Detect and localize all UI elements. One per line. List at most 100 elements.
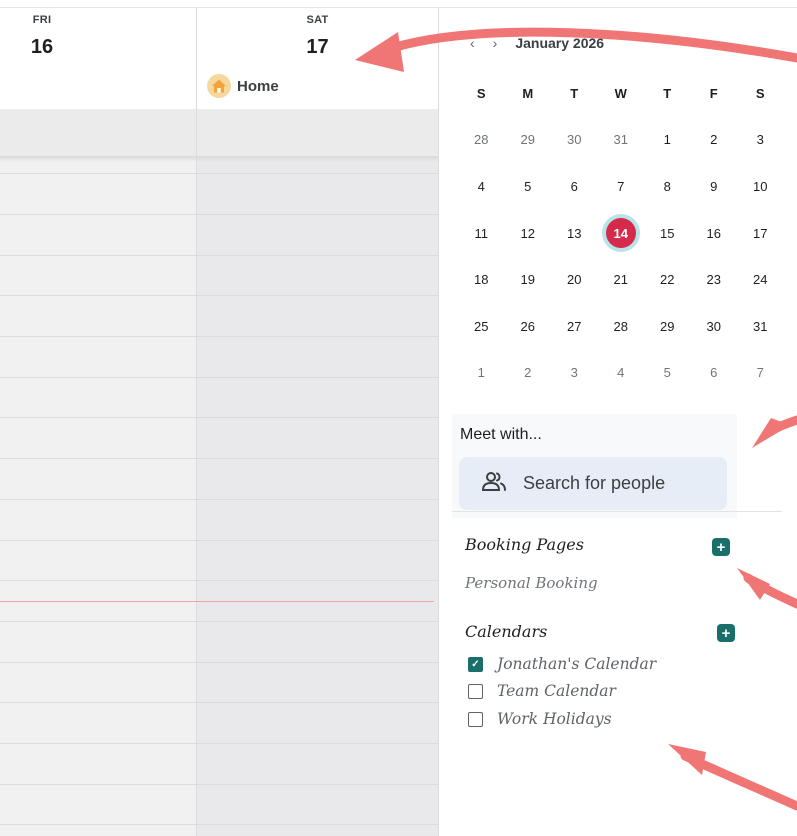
mini-calendar-day[interactable]: 1 bbox=[644, 117, 691, 164]
mini-calendar-day[interactable]: 24 bbox=[737, 256, 784, 303]
mini-calendar-day[interactable]: 16 bbox=[691, 210, 738, 257]
week-grid: FRI 16 SAT 17 Home bbox=[0, 0, 440, 836]
search-people-input[interactable]: Search for people bbox=[459, 457, 727, 510]
day-column-sat[interactable] bbox=[197, 109, 438, 836]
mini-calendar-day[interactable]: 13 bbox=[551, 210, 598, 257]
add-calendar-button[interactable]: + bbox=[717, 624, 735, 642]
checkbox-checked[interactable]: ✓ bbox=[468, 656, 483, 672]
hour-gridline bbox=[0, 743, 438, 744]
weekday-header: T bbox=[570, 85, 579, 101]
hour-gridline bbox=[0, 255, 438, 256]
calendars-title: Calendars bbox=[465, 622, 548, 641]
hour-gridline bbox=[0, 295, 438, 296]
hour-gridline bbox=[0, 173, 438, 174]
mini-calendar-day[interactable]: 18 bbox=[458, 256, 505, 303]
mini-calendar-day[interactable]: 7 bbox=[737, 350, 784, 397]
hour-gridline bbox=[0, 417, 438, 418]
mini-calendar-day[interactable]: 23 bbox=[691, 256, 738, 303]
plus-icon: + bbox=[721, 624, 731, 642]
mini-calendar-day[interactable]: 11 bbox=[458, 210, 505, 257]
chevron-right-icon[interactable]: › bbox=[493, 35, 498, 51]
mini-calendar-day[interactable]: 31 bbox=[737, 303, 784, 350]
mini-calendar-day[interactable]: 12 bbox=[505, 210, 552, 257]
hour-gridline bbox=[0, 702, 438, 703]
day-number[interactable]: 17 bbox=[197, 36, 438, 59]
day-column-fri[interactable] bbox=[0, 109, 196, 836]
hour-gridline bbox=[0, 458, 438, 459]
mini-calendar-day[interactable]: 22 bbox=[644, 256, 691, 303]
search-placeholder: Search for people bbox=[523, 473, 666, 493]
checkbox[interactable] bbox=[468, 711, 483, 727]
mini-calendar-day[interactable]: 27 bbox=[551, 303, 598, 350]
calendar-name: Jonathan's Calendar bbox=[497, 655, 657, 673]
mini-calendar-day[interactable]: 29 bbox=[505, 117, 552, 164]
mini-calendar-day[interactable]: 3 bbox=[737, 117, 784, 164]
mini-calendar-day[interactable]: 29 bbox=[644, 303, 691, 350]
mini-calendar-day[interactable]: 3 bbox=[551, 350, 598, 397]
mini-calendar-day[interactable]: 20 bbox=[551, 256, 598, 303]
meet-with-section: Meet with... Search for people bbox=[452, 414, 737, 518]
mini-calendar-day[interactable]: 2 bbox=[691, 117, 738, 164]
plus-icon: + bbox=[716, 538, 726, 556]
mini-calendar-day[interactable]: 5 bbox=[644, 350, 691, 397]
calendar-name: Work Holidays bbox=[497, 710, 612, 728]
chevron-left-icon[interactable]: ‹ bbox=[470, 35, 475, 51]
hour-gridline bbox=[0, 336, 438, 337]
today-highlight: 14 bbox=[601, 214, 640, 253]
mini-calendar-day[interactable]: 4 bbox=[598, 350, 645, 397]
current-time-line bbox=[0, 601, 434, 602]
mini-calendar-day[interactable]: 7 bbox=[598, 163, 645, 210]
booking-page-item[interactable]: Personal Booking bbox=[465, 574, 598, 592]
mini-calendar-day[interactable]: 5 bbox=[505, 163, 552, 210]
weekday-header: S bbox=[476, 85, 486, 101]
day-header-sat[interactable]: SAT 17 Home bbox=[197, 8, 438, 109]
mini-calendar-day[interactable]: 2 bbox=[505, 350, 552, 397]
mini-calendar-day[interactable]: 15 bbox=[644, 210, 691, 257]
weekday-header: W bbox=[614, 85, 627, 101]
mini-calendar-day[interactable]: 28 bbox=[598, 303, 645, 350]
mini-calendar-day[interactable]: 19 bbox=[505, 256, 552, 303]
mini-calendar-day[interactable]: 10 bbox=[737, 163, 784, 210]
day-of-week: SAT bbox=[306, 14, 329, 26]
calendar-item-team-calendar[interactable]: Team Calendar bbox=[468, 682, 616, 700]
mini-calendar-day[interactable]: 8 bbox=[644, 163, 691, 210]
mini-calendar-day[interactable]: 30 bbox=[691, 303, 738, 350]
checkbox[interactable] bbox=[468, 683, 483, 699]
all-day-event-home[interactable]: Home bbox=[207, 74, 279, 98]
add-booking-page-button[interactable]: + bbox=[712, 538, 730, 556]
day-header-fri[interactable]: FRI 16 bbox=[0, 8, 196, 109]
mini-calendar-day[interactable]: 1 bbox=[458, 350, 505, 397]
weekday-header: F bbox=[709, 85, 718, 101]
hour-gridline bbox=[0, 784, 438, 785]
mini-calendar-day[interactable]: 17 bbox=[737, 210, 784, 257]
house-icon bbox=[207, 74, 231, 98]
mini-calendar-grid: S M T W T F S 28 29 30 31 1 2 3 4 5 6 7 8 9 10 11 12 13 14 15 16 17… bbox=[458, 70, 784, 396]
mini-calendar-day[interactable]: 6 bbox=[551, 163, 598, 210]
mini-calendar-day[interactable]: 28 bbox=[458, 117, 505, 164]
mini-calendar-title: January 2026 bbox=[515, 35, 605, 51]
booking-pages-title: Booking Pages bbox=[465, 535, 584, 554]
people-icon bbox=[481, 470, 507, 497]
mini-calendar-day[interactable]: 6 bbox=[691, 350, 738, 397]
all-day-strip[interactable] bbox=[0, 109, 438, 156]
mini-calendar-day[interactable]: 9 bbox=[691, 163, 738, 210]
mini-calendar-day[interactable]: 30 bbox=[551, 117, 598, 164]
mini-calendar-day[interactable]: 21 bbox=[598, 256, 645, 303]
calendar-item-work-holidays[interactable]: Work Holidays bbox=[468, 710, 612, 728]
hour-gridline bbox=[0, 214, 438, 215]
mini-calendar-today[interactable]: 14 bbox=[598, 210, 645, 257]
mini-calendar-day[interactable]: 31 bbox=[598, 117, 645, 164]
hour-gridline bbox=[0, 824, 438, 825]
day-number[interactable]: 16 bbox=[0, 36, 140, 59]
mini-calendar-day[interactable]: 4 bbox=[458, 163, 505, 210]
hour-gridline bbox=[0, 499, 438, 500]
mini-calendar-day[interactable]: 25 bbox=[458, 303, 505, 350]
mini-calendar-nav: ‹ › January 2026 bbox=[470, 35, 604, 51]
calendar-name: Team Calendar bbox=[497, 682, 616, 700]
meet-with-title: Meet with... bbox=[460, 426, 542, 443]
hour-gridline bbox=[0, 662, 438, 663]
weekday-header: M bbox=[522, 85, 534, 101]
calendar-item-jonathans-calendar[interactable]: ✓ Jonathan's Calendar bbox=[468, 655, 656, 673]
side-panel: ‹ › January 2026 S M T W T F S 28 29 30 31 1 2 3 4 5 6 7 8… bbox=[440, 8, 797, 836]
mini-calendar-day[interactable]: 26 bbox=[505, 303, 552, 350]
